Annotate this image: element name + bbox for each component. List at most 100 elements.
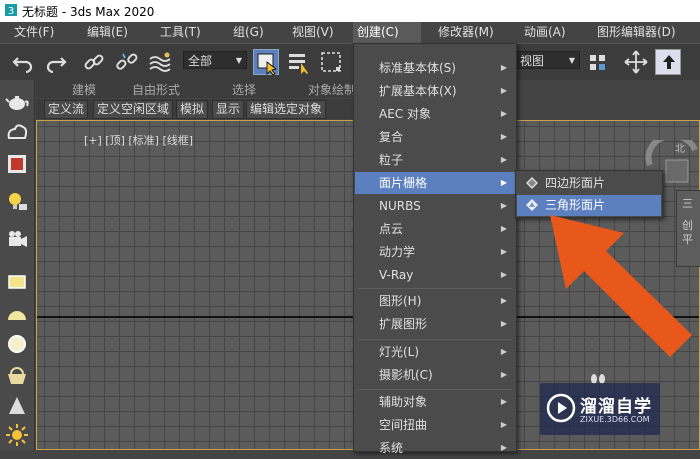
ribbon-section-object-paint[interactable]: 对象绘制 <box>308 81 356 98</box>
menu-item-shapes[interactable]: 图形(H) ▶ <box>355 290 515 312</box>
annotation-arrow-icon <box>550 215 692 357</box>
menu-item-standard-primitives[interactable]: 标准基本体(S) ▶ <box>355 57 515 79</box>
camera-icon[interactable] <box>5 228 29 252</box>
submenu-arrow-icon: ▶ <box>500 201 507 210</box>
left-command-panel <box>0 80 35 450</box>
menu-edit[interactable]: 编辑(E) <box>83 24 132 41</box>
link-icon[interactable] <box>81 49 107 75</box>
watermark: 溜溜自学 ZIXUE.3D66.COM <box>540 383 660 435</box>
watermark-logo-icon <box>546 393 576 423</box>
menu-item-extended-shapes[interactable]: 扩展图形 ▶ <box>355 313 515 335</box>
menu-item-helpers[interactable]: 辅助对象 ▶ <box>355 391 515 413</box>
menu-item-particles[interactable]: 粒子 ▶ <box>355 149 515 171</box>
helper-box-icon[interactable] <box>5 270 29 294</box>
ribbon-section-selection[interactable]: 选择 <box>232 81 256 98</box>
menu-item-aec-objects[interactable]: AEC 对象 ▶ <box>355 103 515 125</box>
ribbon-section-modeling[interactable]: 建模 <box>72 81 96 98</box>
keyboard-shortcut-override-icon[interactable] <box>655 49 681 75</box>
main-toolbar: 全部 ▼ 视图 ▼ <box>0 43 700 80</box>
menu-item-space-warps[interactable]: 空间扭曲 ▶ <box>355 414 515 436</box>
submenu-arrow-icon: ▶ <box>500 86 507 95</box>
tab-define-flow[interactable]: 定义流 <box>44 100 89 119</box>
submenu-arrow-icon: ▶ <box>500 420 507 429</box>
quad-patch-icon <box>526 177 538 189</box>
pivot-center-icon[interactable] <box>586 49 612 75</box>
tab-define-idle-area[interactable]: 定义空闲区域 <box>93 100 174 119</box>
circle-icon[interactable] <box>5 332 29 356</box>
move-icon[interactable] <box>623 49 649 75</box>
menu-bar: 文件(F) 编辑(E) 工具(T) 组(G) 视图(V) 创建(C) 修改器(M… <box>0 22 700 43</box>
menu-tools[interactable]: 工具(T) <box>156 24 205 41</box>
menu-create[interactable]: 创建(C) <box>353 22 421 43</box>
menu-group[interactable]: 组(G) <box>229 24 268 41</box>
submenu-arrow-icon: ▶ <box>500 155 507 164</box>
menu-item-point-cloud[interactable]: 点云 ▶ <box>355 218 515 240</box>
menu-item-compound[interactable]: 复合 ▶ <box>355 126 515 148</box>
submenu-arrow-icon: ▶ <box>500 270 507 279</box>
modify-icon[interactable] <box>5 152 29 176</box>
select-object-button[interactable] <box>253 49 279 76</box>
bind-space-warp-icon[interactable] <box>147 49 173 75</box>
chevron-down-icon: ▼ <box>568 56 575 65</box>
submenu-arrow-icon: ▶ <box>500 397 507 406</box>
menu-separator <box>358 339 512 340</box>
submenu-arrow-icon: ▶ <box>500 178 507 187</box>
menu-separator <box>358 389 512 390</box>
submenu-arrow-icon: ▶ <box>500 63 507 72</box>
menu-animation[interactable]: 动画(A) <box>520 24 570 41</box>
menu-view[interactable]: 视图(V) <box>288 24 338 41</box>
reference-coordinate-dropdown[interactable]: 视图 ▼ <box>515 51 580 69</box>
submenu-arrow-icon: ▶ <box>500 247 507 256</box>
redo-icon[interactable] <box>43 49 69 75</box>
basket-icon[interactable] <box>5 364 29 388</box>
menu-item-cameras[interactable]: 摄影机(C) ▶ <box>355 364 515 386</box>
menu-item-vray[interactable]: V-Ray ▶ <box>355 264 515 286</box>
ribbon-section-freeform[interactable]: 自由形式 <box>132 81 180 98</box>
tab-edit-selected[interactable]: 编辑选定对象 <box>246 100 327 119</box>
light-bulb-icon[interactable] <box>5 190 29 214</box>
shapes-icon[interactable] <box>5 120 29 144</box>
submenu-arrow-icon: ▶ <box>500 109 507 118</box>
menu-separator <box>358 288 512 289</box>
submenu-arrow-icon: ▶ <box>500 319 507 328</box>
tab-display[interactable]: 显示 <box>212 100 245 119</box>
selection-filter-dropdown[interactable]: 全部 ▼ <box>183 51 247 69</box>
menu-item-quad-patch[interactable]: 四边形面片 <box>517 173 661 194</box>
submenu-arrow-icon: ▶ <box>500 224 507 233</box>
chevron-down-icon: ▼ <box>235 56 242 65</box>
window-title: 无标题 - 3ds Max 2020 <box>22 5 155 19</box>
menu-item-extended-primitives[interactable]: 扩展基本体(X) ▶ <box>355 80 515 102</box>
menu-item-lights[interactable]: 灯光(L) ▶ <box>355 341 515 363</box>
rectangular-selection-icon[interactable] <box>318 49 344 75</box>
teapot-icon[interactable] <box>5 90 29 114</box>
svg-text:3: 3 <box>8 6 14 17</box>
undo-icon[interactable] <box>10 49 36 75</box>
tab-simulate[interactable]: 模拟 <box>176 100 209 119</box>
sun-icon[interactable] <box>5 423 29 447</box>
watermark-url: ZIXUE.3D66.COM <box>580 415 650 424</box>
menu-item-nurbs[interactable]: NURBS ▶ <box>355 195 515 217</box>
cone-icon[interactable] <box>5 394 29 418</box>
submenu-arrow-icon: ▶ <box>500 370 507 379</box>
create-menu-dropdown: 标准基本体(S) ▶ 扩展基本体(X) ▶ AEC 对象 ▶ 复合 ▶ 粒子 ▶ 面片栅格… <box>353 43 517 455</box>
unlink-icon[interactable] <box>114 49 140 75</box>
tri-patch-icon <box>526 199 538 211</box>
app-icon: 3 <box>5 4 17 17</box>
viewcube-north-label: 北 <box>675 143 685 155</box>
title-bar: 3 无标题 - 3ds Max 2020 <box>0 0 700 22</box>
ribbon-tabs: 定义流 定义空闲区域 模拟 显示 编辑选定对象 <box>36 99 356 119</box>
menu-graph-editors[interactable]: 图形编辑器(D) <box>593 24 680 41</box>
hemisphere-icon[interactable] <box>5 302 29 326</box>
submenu-arrow-icon: ▶ <box>500 443 507 452</box>
submenu-arrow-icon: ▶ <box>500 296 507 305</box>
menu-modifiers[interactable]: 修改器(M) <box>434 24 498 41</box>
menu-item-systems[interactable]: 系统 ▶ <box>355 437 515 459</box>
menu-item-patch-grids[interactable]: 面片栅格 ▶ <box>355 172 515 194</box>
submenu-arrow-icon: ▶ <box>500 347 507 356</box>
viewport-label[interactable]: [+] [顶] [标准] [线框] <box>84 132 193 148</box>
menu-file[interactable]: 文件(F) <box>10 24 58 41</box>
submenu-arrow-icon: ▶ <box>500 132 507 141</box>
menu-item-dynamics[interactable]: 动力学 ▶ <box>355 241 515 263</box>
select-by-name-icon[interactable] <box>286 49 312 75</box>
watermark-name: 溜溜自学 <box>580 397 652 417</box>
